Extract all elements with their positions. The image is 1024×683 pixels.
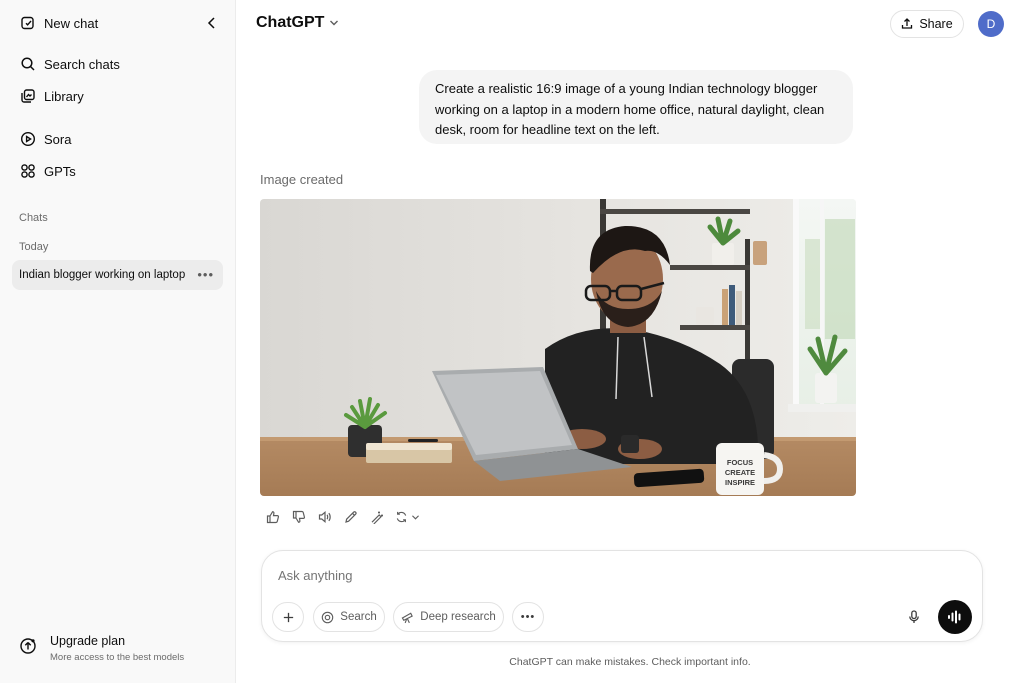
telescope-icon <box>401 612 414 623</box>
today-section-label: Today <box>19 241 49 253</box>
search-chats-label: Search chats <box>44 56 120 72</box>
edit-image-icon[interactable] <box>364 507 390 527</box>
chats-section-label: Chats <box>19 212 48 224</box>
thumbs-down-icon[interactable] <box>286 507 312 527</box>
library-label: Library <box>44 88 84 104</box>
add-attachment-button[interactable] <box>272 602 304 632</box>
message-actions <box>260 507 424 527</box>
chevron-left-icon <box>207 17 215 29</box>
mug-text-line-3: INSPIRE <box>725 478 755 487</box>
generated-image[interactable]: FOCUS CREATE INSPIRE <box>260 199 856 496</box>
regenerate-icon[interactable] <box>390 507 424 527</box>
upgrade-icon <box>20 638 36 654</box>
upgrade-plan-button[interactable]: Upgrade plan More access to the best mod… <box>12 628 223 672</box>
deep-research-button[interactable]: Deep research <box>393 602 504 632</box>
model-selector[interactable]: ChatGPT <box>250 10 345 36</box>
model-name: ChatGPT <box>256 14 325 31</box>
more-options-icon[interactable]: ••• <box>197 267 214 282</box>
composer: Search Deep research ••• <box>261 550 983 642</box>
share-button[interactable]: Share <box>890 10 964 38</box>
search-tool-button[interactable]: Search <box>313 602 385 632</box>
generated-image-canvas: FOCUS CREATE INSPIRE <box>260 199 856 496</box>
share-label: Share <box>919 17 953 31</box>
thumbs-up-icon[interactable] <box>260 507 286 527</box>
mug-text-line-2: CREATE <box>725 468 755 477</box>
plus-icon <box>283 612 293 622</box>
more-horizontal-icon: ••• <box>520 611 536 623</box>
search-tool-label: Search <box>340 611 377 623</box>
mug-text-line-1: FOCUS <box>727 458 753 467</box>
chevron-down-icon <box>411 514 419 520</box>
prompt-input[interactable] <box>278 568 878 583</box>
search-icon <box>20 56 36 72</box>
globe-icon <box>322 611 334 623</box>
chat-list-item[interactable]: Indian blogger working on laptop ••• <box>12 260 223 290</box>
sora-label: Sora <box>44 131 72 147</box>
new-chat-button[interactable]: New chat <box>12 8 223 38</box>
avatar-initial: D <box>986 17 996 31</box>
library-icon <box>20 88 36 104</box>
dictate-button[interactable] <box>900 602 928 632</box>
chat-title: Indian blogger working on laptop <box>19 269 186 281</box>
voice-mode-button[interactable] <box>938 600 972 634</box>
new-chat-label: New chat <box>44 15 99 31</box>
upgrade-plan-title: Upgrade plan <box>50 634 126 648</box>
upgrade-plan-subtitle: More access to the best models <box>50 652 185 663</box>
search-chats-button[interactable]: Search chats <box>12 49 223 79</box>
gpts-label: GPTs <box>44 163 76 179</box>
play-circle-icon <box>20 131 36 147</box>
edit-icon[interactable] <box>338 507 364 527</box>
avatar[interactable]: D <box>978 11 1004 37</box>
voice-waveform-icon <box>948 610 961 624</box>
collapse-sidebar-button[interactable] <box>201 12 223 34</box>
sora-button[interactable]: Sora <box>12 124 223 154</box>
grid-icon <box>20 163 36 179</box>
compose-icon <box>20 15 36 31</box>
sidebar: New chat Search chats Library Sora GPTs … <box>0 0 236 683</box>
image-created-label: Image created <box>260 172 344 187</box>
disclaimer-text: ChatGPT can make mistakes. Check importa… <box>509 656 751 668</box>
gpts-button[interactable]: GPTs <box>12 156 223 186</box>
microphone-icon <box>909 610 919 623</box>
deep-research-label: Deep research <box>420 611 496 623</box>
speaker-icon[interactable] <box>312 507 338 527</box>
library-button[interactable]: Library <box>12 81 223 111</box>
share-icon <box>902 18 913 29</box>
chevron-down-icon <box>330 20 339 26</box>
more-tools-button[interactable]: ••• <box>512 602 544 632</box>
user-message: Create a realistic 16:9 image of a young… <box>419 70 853 144</box>
